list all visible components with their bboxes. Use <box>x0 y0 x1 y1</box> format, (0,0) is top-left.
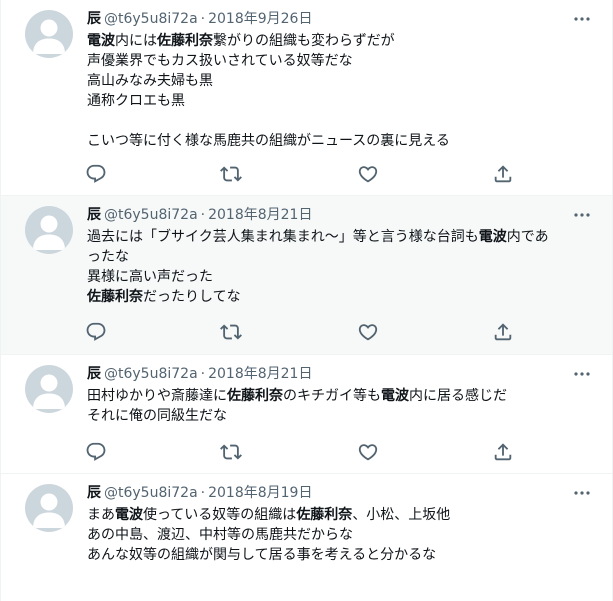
tweet-date[interactable]: 2018年8月21日 <box>208 207 312 223</box>
text-segment: 異様に高い声だった <box>87 269 213 285</box>
display-name[interactable]: 辰 <box>87 207 101 223</box>
tweet-header: 辰 @t6y5u8i72a · 2018年8月21日 <box>87 205 312 225</box>
text-segment: 内に居る感じだ <box>409 388 507 404</box>
text-segment: のキチガイ等も <box>283 388 381 404</box>
retweet-icon[interactable] <box>220 163 242 185</box>
tweet-header: 辰 @t6y5u8i72a · 2018年9月26日 <box>87 9 312 29</box>
user-handle[interactable]: @t6y5u8i72a <box>104 366 198 382</box>
tweet-text-line: 通称クロエも黒 <box>87 91 592 111</box>
tweet-text-line: それに俺の同級生だな <box>87 406 592 426</box>
avatar-default-profile-icon[interactable] <box>25 365 73 413</box>
tweet-header: 辰 @t6y5u8i72a · 2018年8月21日 <box>87 364 312 384</box>
text-segment: 使っている奴等の組織は <box>143 507 297 523</box>
text-segment: 声優業界でもカス扱いされている奴等だな <box>87 53 353 69</box>
tweet-actions <box>85 321 525 343</box>
user-handle[interactable]: @t6y5u8i72a <box>104 207 198 223</box>
tweet-text: まあ電波使っている奴等の組織は佐藤利奈、小松、上坂他あの中島、渡辺、中村等の馬鹿… <box>87 505 592 565</box>
tweet-text-line: こいつ等に付く様な馬鹿共の組織がニュースの裏に見える <box>87 131 592 151</box>
tweet-date[interactable]: 2018年8月21日 <box>208 366 312 382</box>
tweet-actions <box>85 441 525 463</box>
more-options-icon[interactable] <box>572 205 592 225</box>
tweet-text-line: あんな奴等の組織が関与して居る事を考えると分かるな <box>87 545 592 565</box>
like-heart-icon[interactable] <box>357 321 379 343</box>
separator-dot: · <box>200 11 206 27</box>
highlighted-term: 佐藤利奈 <box>157 33 213 49</box>
tweet-text: 田村ゆかりや斎藤達に佐藤利奈のキチガイ等も電波内に居る感じだそれに俺の同級生だな <box>87 386 592 426</box>
tweet-text-line <box>87 111 592 131</box>
tweet-date[interactable]: 2018年9月26日 <box>208 11 312 27</box>
display-name[interactable]: 辰 <box>87 366 101 382</box>
timeline-feed: 辰 @t6y5u8i72a · 2018年9月26日 電波内には佐藤利奈繋がりの組織も… <box>0 0 613 601</box>
tweet-date[interactable]: 2018年8月19日 <box>208 485 312 501</box>
tweet-text-line: ったな <box>87 247 592 267</box>
text-segment: それに俺の同級生だな <box>87 408 227 424</box>
highlighted-term: 佐藤利奈 <box>87 289 143 305</box>
more-options-icon[interactable] <box>572 9 592 29</box>
reply-icon[interactable] <box>85 163 107 185</box>
share-icon[interactable] <box>492 321 514 343</box>
text-segment: 内には <box>115 33 157 49</box>
highlighted-term: 電波 <box>87 33 115 49</box>
tweet-text: 過去には「ブサイク芸人集まれ集まれ〜」等と言う様な台詞も電波内であったな異様に高… <box>87 227 592 307</box>
like-heart-icon[interactable] <box>357 441 379 463</box>
text-segment: 過去には「ブサイク芸人集まれ集まれ〜」等と言う様な台詞も <box>87 229 479 245</box>
tweet-text-line: 高山みなみ夫婦も黒 <box>87 71 592 91</box>
retweet-icon[interactable] <box>220 441 242 463</box>
separator-dot: · <box>200 207 206 223</box>
display-name[interactable]: 辰 <box>87 11 101 27</box>
text-segment: 通称クロエも黒 <box>87 93 185 109</box>
tweet[interactable]: 辰 @t6y5u8i72a · 2018年9月26日 電波内には佐藤利奈繋がりの組織も… <box>1 0 612 196</box>
tweet-text-line: 声優業界でもカス扱いされている奴等だな <box>87 51 592 71</box>
text-segment: 田村ゆかりや斎藤達に <box>87 388 227 404</box>
avatar-default-profile-icon[interactable] <box>25 484 73 532</box>
share-icon[interactable] <box>492 441 514 463</box>
avatar-default-profile-icon[interactable] <box>25 206 73 254</box>
more-options-icon[interactable] <box>572 364 592 384</box>
highlighted-term: 佐藤利奈 <box>227 388 283 404</box>
tweet[interactable]: 辰 @t6y5u8i72a · 2018年8月19日 まあ電波使っている奴等の組織は佐… <box>1 474 612 601</box>
tweet-text-line: 電波内には佐藤利奈繋がりの組織も変わらずだが <box>87 31 592 51</box>
reply-icon[interactable] <box>85 321 107 343</box>
highlighted-term: 佐藤利奈 <box>296 507 353 523</box>
tweet-header: 辰 @t6y5u8i72a · 2018年8月19日 <box>87 483 312 503</box>
tweet[interactable]: 辰 @t6y5u8i72a · 2018年8月21日 過去には「ブサイク芸人集まれ集ま… <box>1 196 612 355</box>
tweet-text: 電波内には佐藤利奈繋がりの組織も変わらずだが声優業界でもカス扱いされている奴等だ… <box>87 31 592 151</box>
like-heart-icon[interactable] <box>357 163 379 185</box>
tweet-text-line: 佐藤利奈だったりしてな <box>87 287 592 307</box>
highlighted-term: 電波 <box>115 507 143 523</box>
text-segment: 内であ <box>506 229 549 245</box>
tweet-text-line: あの中島、渡辺、中村等の馬鹿共だからな <box>87 525 592 545</box>
tweet-actions <box>85 163 525 185</box>
avatar-default-profile-icon[interactable] <box>25 10 73 58</box>
display-name[interactable]: 辰 <box>87 485 101 501</box>
reply-icon[interactable] <box>85 441 107 463</box>
text-segment: あの中島、渡辺、中村等の馬鹿共だからな <box>87 527 353 543</box>
text-segment: 、小松、上坂他 <box>352 507 451 523</box>
text-segment: こいつ等に付く様な馬鹿共の組織がニュースの裏に見える <box>87 133 450 149</box>
tweet-text-line: まあ電波使っている奴等の組織は佐藤利奈、小松、上坂他 <box>87 505 592 525</box>
separator-dot: · <box>200 366 206 382</box>
text-segment: あんな奴等の組織が関与して居る事を考えると分かるな <box>87 547 437 563</box>
tweet-text-line: 過去には「ブサイク芸人集まれ集まれ〜」等と言う様な台詞も電波内であ <box>87 227 592 247</box>
retweet-icon[interactable] <box>220 321 242 343</box>
text-segment: 繋がりの組織も変わらずだが <box>213 33 395 49</box>
tweet-text-line: 異様に高い声だった <box>87 267 592 287</box>
text-segment: まあ <box>87 507 115 523</box>
user-handle[interactable]: @t6y5u8i72a <box>104 485 198 501</box>
more-options-icon[interactable] <box>572 483 592 503</box>
tweet-text-line: 田村ゆかりや斎藤達に佐藤利奈のキチガイ等も電波内に居る感じだ <box>87 386 592 406</box>
share-icon[interactable] <box>492 163 514 185</box>
tweet[interactable]: 辰 @t6y5u8i72a · 2018年8月21日 田村ゆかりや斎藤達に佐藤利奈のキ… <box>1 355 612 474</box>
text-segment: 高山みなみ夫婦も黒 <box>87 73 213 89</box>
separator-dot: · <box>200 485 206 501</box>
highlighted-term: 電波 <box>478 229 507 245</box>
text-segment: ったな <box>87 249 129 265</box>
user-handle[interactable]: @t6y5u8i72a <box>104 11 198 27</box>
text-segment: だったりしてな <box>143 289 241 305</box>
highlighted-term: 電波 <box>381 388 409 404</box>
